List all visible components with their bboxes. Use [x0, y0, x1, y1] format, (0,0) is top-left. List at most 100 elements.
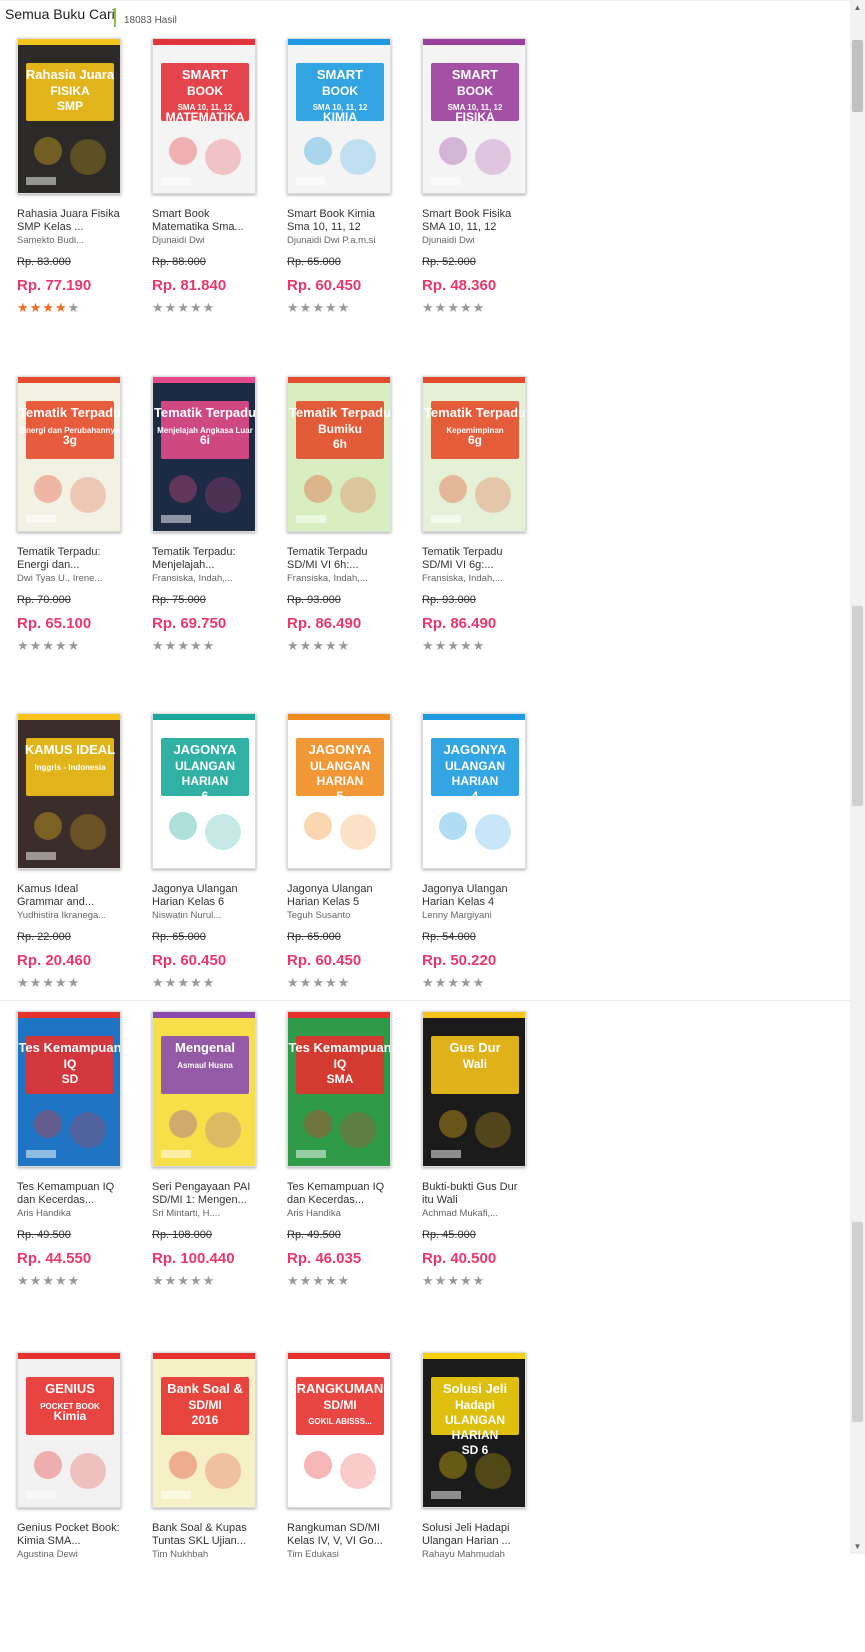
star-icon[interactable]: ★ — [177, 300, 190, 315]
star-icon[interactable]: ★ — [203, 1273, 216, 1288]
star-icon[interactable]: ★ — [190, 1273, 203, 1288]
book-card[interactable]: Solusi Jeli Hadapi ULANGAN HARIAN SD 6 Solus… — [422, 1352, 542, 1652]
star-icon[interactable]: ★ — [435, 300, 448, 315]
scrollbar-thumb-segment[interactable] — [852, 606, 863, 806]
book-card[interactable]: JAGONYA ULANGAN HARIAN 4 Jagonya Ulangan Ha… — [422, 713, 542, 1013]
book-cover-image[interactable]: JAGONYA ULANGAN HARIAN 6 — [152, 713, 256, 869]
rating-stars[interactable]: ★★★★★ — [287, 638, 350, 654]
star-icon[interactable]: ★ — [473, 1273, 486, 1288]
book-cover-image[interactable]: Solusi Jeli Hadapi ULANGAN HARIAN SD 6 — [422, 1352, 526, 1508]
rating-stars[interactable]: ★★★★★ — [287, 300, 350, 316]
star-icon[interactable]: ★ — [17, 638, 30, 653]
book-cover-image[interactable]: Tematik Terpadu Kepemimpinan 6g — [422, 376, 526, 532]
star-icon[interactable]: ★ — [165, 638, 178, 653]
star-icon[interactable]: ★ — [42, 975, 55, 990]
star-icon[interactable]: ★ — [30, 1273, 43, 1288]
star-icon[interactable]: ★ — [422, 975, 435, 990]
book-title[interactable]: Rahasia Juara Fisika SMP Kelas ... — [17, 208, 127, 234]
star-icon[interactable]: ★ — [42, 300, 55, 315]
star-icon[interactable]: ★ — [422, 638, 435, 653]
star-icon[interactable]: ★ — [190, 300, 203, 315]
rating-stars[interactable]: ★★★★★ — [422, 638, 485, 654]
book-card[interactable]: Rahasia Juara FISIKA SMP Rahasia Juara Fis… — [17, 38, 137, 338]
star-icon[interactable]: ★ — [152, 638, 165, 653]
rating-stars[interactable]: ★★★★★ — [422, 300, 485, 316]
rating-stars[interactable]: ★★★★★ — [152, 300, 215, 316]
star-icon[interactable]: ★ — [447, 1273, 460, 1288]
book-title[interactable]: Smart Book Matematika Sma... — [152, 208, 262, 234]
book-card[interactable]: Tematik Terpadu Energi dan Perubahannya 3g… — [17, 376, 137, 676]
book-title[interactable]: Rangkuman SD/MI Kelas IV, V, VI Go... — [287, 1522, 397, 1548]
star-icon[interactable]: ★ — [300, 975, 313, 990]
star-icon[interactable]: ★ — [460, 300, 473, 315]
star-icon[interactable]: ★ — [42, 1273, 55, 1288]
book-title[interactable]: Tes Kemampuan IQ dan Kecerdas... — [17, 1181, 127, 1207]
star-icon[interactable]: ★ — [460, 638, 473, 653]
star-icon[interactable]: ★ — [17, 1273, 30, 1288]
book-cover-image[interactable]: JAGONYA ULANGAN HARIAN 5 — [287, 713, 391, 869]
book-title[interactable]: Smart Book Fisika SMA 10, 11, 12 — [422, 208, 532, 234]
star-icon[interactable]: ★ — [190, 975, 203, 990]
book-card[interactable]: SMART BOOK SMA 10, 11, 12 FISIKA Smart Book… — [422, 38, 542, 338]
book-title[interactable]: Kamus Ideal Grammar and... — [17, 883, 127, 909]
book-card[interactable]: SMART BOOK SMA 10, 11, 12 MATEMATIKA Smart … — [152, 38, 272, 338]
book-title[interactable]: Seri Pengayaan PAI SD/MI 1: Mengen... — [152, 1181, 262, 1207]
star-icon[interactable]: ★ — [300, 1273, 313, 1288]
book-card[interactable]: Tematik Terpadu Bumiku 6h Tematik Terpadu … — [287, 376, 407, 676]
book-title[interactable]: Tematik Terpadu SD/MI VI 6g:... — [422, 546, 532, 572]
star-icon[interactable]: ★ — [422, 300, 435, 315]
star-icon[interactable]: ★ — [447, 975, 460, 990]
star-icon[interactable]: ★ — [325, 300, 338, 315]
book-title[interactable]: Smart Book Kimia Sma 10, 11, 12 — [287, 208, 397, 234]
book-cover-image[interactable]: Gus Dur Wali — [422, 1011, 526, 1167]
book-title[interactable]: Jagonya Ulangan Harian Kelas 6 — [152, 883, 262, 909]
book-cover-image[interactable]: KAMUS IDEAL Inggris - Indonesia — [17, 713, 121, 869]
star-icon[interactable]: ★ — [300, 638, 313, 653]
star-icon[interactable]: ★ — [152, 1273, 165, 1288]
rating-stars[interactable]: ★★★★★ — [17, 975, 80, 991]
book-cover-image[interactable]: Tematik Terpadu Bumiku 6h — [287, 376, 391, 532]
book-cover-image[interactable]: RANGKUMAN SD/MI GOKIL ABISSS... — [287, 1352, 391, 1508]
book-card[interactable]: Tematik Terpadu Kepemimpinan 6g Tematik Te… — [422, 376, 542, 676]
star-icon[interactable]: ★ — [312, 975, 325, 990]
book-card[interactable]: Bank Soal & SD/MI 2016 Bank Soal & Kupas T… — [152, 1352, 272, 1652]
book-title[interactable]: Genius Pocket Book: Kimia SMA... — [17, 1522, 127, 1548]
star-icon[interactable]: ★ — [55, 1273, 68, 1288]
book-card[interactable]: Tes Kemampuan IQ SMA Tes Kemampuan IQ dan … — [287, 1011, 407, 1311]
book-title[interactable]: Tematik Terpadu: Energi dan... — [17, 546, 127, 572]
book-cover-image[interactable]: Tes Kemampuan IQ SD — [17, 1011, 121, 1167]
rating-stars[interactable]: ★★★★★ — [17, 1273, 80, 1289]
star-icon[interactable]: ★ — [30, 300, 43, 315]
star-icon[interactable]: ★ — [68, 1273, 81, 1288]
book-cover-image[interactable]: Tematik Terpadu Menjelajah Angkasa Luar 6i — [152, 376, 256, 532]
book-card[interactable]: Tematik Terpadu Menjelajah Angkasa Luar 6i… — [152, 376, 272, 676]
star-icon[interactable]: ★ — [68, 975, 81, 990]
star-icon[interactable]: ★ — [152, 975, 165, 990]
star-icon[interactable]: ★ — [177, 975, 190, 990]
star-icon[interactable]: ★ — [435, 975, 448, 990]
star-icon[interactable]: ★ — [287, 975, 300, 990]
star-icon[interactable]: ★ — [165, 300, 178, 315]
rating-stars[interactable]: ★★★★★ — [422, 1273, 485, 1289]
rating-stars[interactable]: ★★★★★ — [287, 975, 350, 991]
book-cover-image[interactable]: GENIUS POCKET BOOK Kimia — [17, 1352, 121, 1508]
star-icon[interactable]: ★ — [55, 300, 68, 315]
star-icon[interactable]: ★ — [473, 300, 486, 315]
rating-stars[interactable]: ★★★★★ — [152, 1273, 215, 1289]
star-icon[interactable]: ★ — [30, 975, 43, 990]
star-icon[interactable]: ★ — [460, 1273, 473, 1288]
star-icon[interactable]: ★ — [42, 638, 55, 653]
vertical-scrollbar[interactable]: ▲ ▼ — [850, 0, 865, 1554]
book-cover-image[interactable]: Tes Kemampuan IQ SMA — [287, 1011, 391, 1167]
star-icon[interactable]: ★ — [55, 638, 68, 653]
book-cover-image[interactable]: SMART BOOK SMA 10, 11, 12 KIMIA — [287, 38, 391, 194]
book-card[interactable]: Gus Dur Wali Bukti-bukti Gus Dur itu Wali… — [422, 1011, 542, 1311]
star-icon[interactable]: ★ — [190, 638, 203, 653]
star-icon[interactable]: ★ — [325, 1273, 338, 1288]
book-cover-image[interactable]: JAGONYA ULANGAN HARIAN 4 — [422, 713, 526, 869]
star-icon[interactable]: ★ — [203, 300, 216, 315]
star-icon[interactable]: ★ — [287, 638, 300, 653]
book-card[interactable]: GENIUS POCKET BOOK Kimia Genius Pocket Boo… — [17, 1352, 137, 1652]
rating-stars[interactable]: ★★★★★ — [152, 975, 215, 991]
star-icon[interactable]: ★ — [312, 638, 325, 653]
